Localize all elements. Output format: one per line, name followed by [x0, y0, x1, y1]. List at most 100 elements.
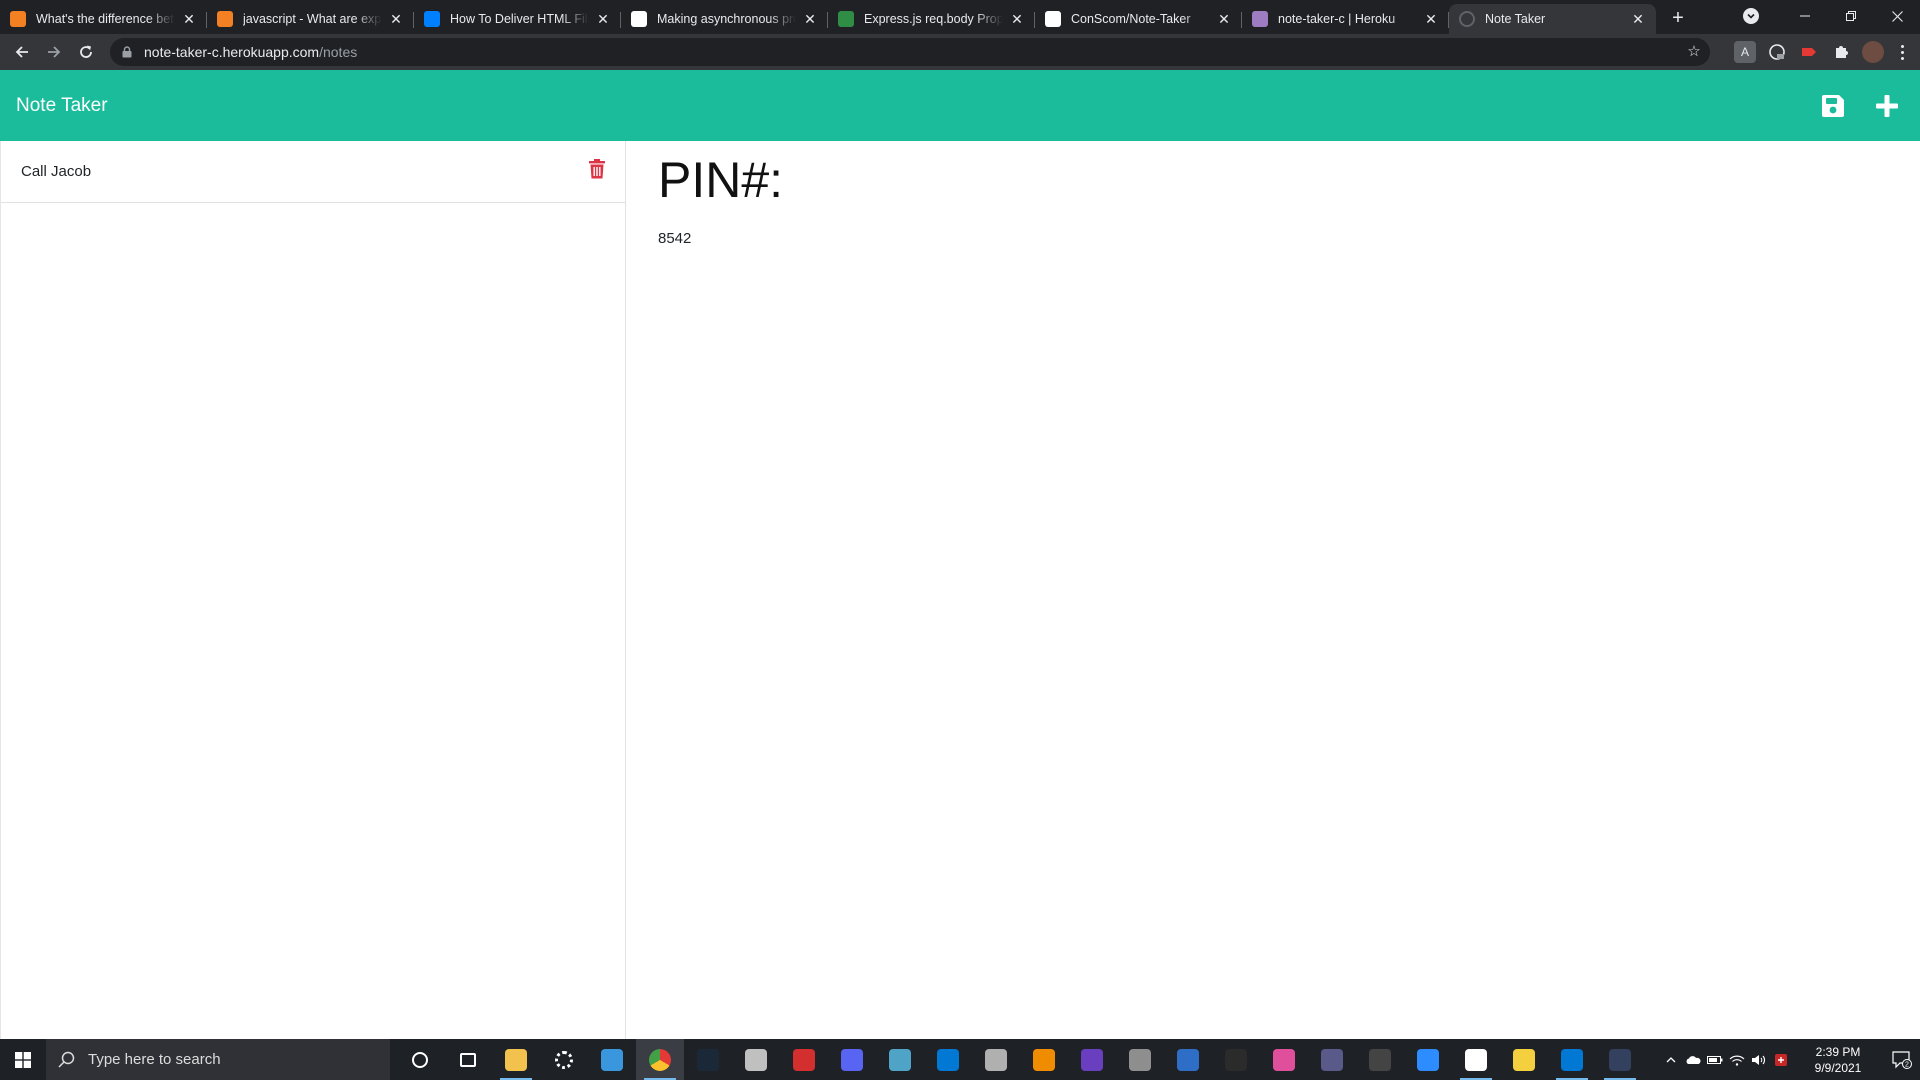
reload-icon	[80, 45, 92, 58]
close-tab-icon[interactable]: ✕	[181, 11, 197, 27]
obs-icon	[1225, 1048, 1247, 1071]
browser-tab[interactable]: Making asynchronous prog ✕	[621, 4, 828, 34]
trash-icon[interactable]	[589, 159, 607, 181]
taskbar-app[interactable]	[540, 1039, 588, 1080]
tab-search-button[interactable]	[1738, 3, 1764, 29]
action-center-button[interactable]: 2	[1884, 1039, 1920, 1080]
minimize-button[interactable]	[1782, 0, 1828, 32]
address-bar[interactable]: note-taker-c.herokuapp.com/notes ☆	[110, 38, 1710, 66]
note-title-input[interactable]: PIN#:	[658, 153, 1920, 208]
security-icon[interactable]	[1770, 1039, 1792, 1080]
new-note-button[interactable]	[1874, 93, 1900, 119]
taskbar-app[interactable]	[876, 1039, 924, 1080]
reload-button[interactable]	[70, 36, 102, 68]
taskbar-app[interactable]	[1404, 1039, 1452, 1080]
taskbar-app[interactable]	[1020, 1039, 1068, 1080]
stackoverflow-icon	[217, 11, 233, 27]
taskbar-app[interactable]	[1116, 1039, 1164, 1080]
volume-icon[interactable]	[1748, 1039, 1770, 1080]
taskbar-app[interactable]	[780, 1039, 828, 1080]
browser-tab-strip: What's the difference betw ✕ javascript - …	[0, 0, 1920, 34]
taskbar-app[interactable]	[1596, 1039, 1644, 1080]
taskbar-search[interactable]: Type here to search	[46, 1039, 390, 1080]
close-window-button[interactable]	[1874, 0, 1920, 32]
task-view-icon	[460, 1052, 476, 1067]
close-tab-icon[interactable]: ✕	[388, 11, 404, 27]
taskbar-app[interactable]	[1164, 1039, 1212, 1080]
taskbar-app[interactable]	[924, 1039, 972, 1080]
terminal-icon	[1609, 1048, 1631, 1071]
taskbar-app[interactable]	[1452, 1039, 1500, 1080]
window-controls	[1738, 0, 1920, 32]
extension-icon[interactable]	[1766, 41, 1788, 63]
save-note-button[interactable]	[1820, 93, 1846, 119]
close-tab-icon[interactable]: ✕	[1630, 11, 1646, 27]
arrow-left-icon	[15, 46, 28, 58]
browser-tab[interactable]: How To Deliver HTML Files ✕	[414, 4, 621, 34]
chevron-up-icon[interactable]	[1660, 1039, 1682, 1080]
tab-list: What's the difference betw ✕ javascript - …	[0, 0, 1656, 34]
taskbar-app[interactable]	[1260, 1039, 1308, 1080]
forward-button[interactable]	[38, 36, 70, 68]
taskbar-app[interactable]	[1500, 1039, 1548, 1080]
geeksforgeeks-icon	[838, 11, 854, 27]
close-tab-icon[interactable]: ✕	[1423, 11, 1439, 27]
extension-icon[interactable]: A	[1734, 41, 1756, 63]
close-tab-icon[interactable]: ✕	[802, 11, 818, 27]
browser-tab[interactable]: Express.js req.body Proper ✕	[828, 4, 1035, 34]
battery-icon[interactable]	[1704, 1039, 1726, 1080]
chrome-icon	[649, 1048, 671, 1071]
new-tab-button[interactable]: +	[1664, 4, 1692, 32]
taskbar-app[interactable]	[1308, 1039, 1356, 1080]
notification-count: 2	[1905, 1061, 1909, 1068]
taskbar-app[interactable]	[732, 1039, 780, 1080]
close-tab-icon[interactable]: ✕	[595, 11, 611, 27]
restore-icon	[1846, 11, 1856, 21]
notification-icon: 2	[1892, 1050, 1912, 1069]
taskbar-app[interactable]	[828, 1039, 876, 1080]
taskbar-app[interactable]	[1068, 1039, 1116, 1080]
taskbar-app[interactable]	[1548, 1039, 1596, 1080]
tab-title: Making asynchronous prog	[657, 12, 796, 26]
list-item[interactable]: Call Jacob	[1, 141, 625, 203]
taskbar-app[interactable]	[636, 1039, 684, 1080]
chevron-down-icon	[1743, 8, 1759, 24]
close-tab-icon[interactable]: ✕	[1216, 11, 1232, 27]
puzzle-icon[interactable]	[1830, 41, 1852, 63]
extension-icon[interactable]	[1798, 41, 1820, 63]
settings-icon	[555, 1050, 573, 1069]
tab-title: Express.js req.body Proper	[864, 12, 1003, 26]
taskbar-app[interactable]	[444, 1039, 492, 1080]
wifi-icon[interactable]	[1726, 1039, 1748, 1080]
start-button[interactable]	[0, 1039, 46, 1080]
onedrive-icon[interactable]	[1682, 1039, 1704, 1080]
taskbar-app[interactable]	[492, 1039, 540, 1080]
browser-tab[interactable]: ConScom/Note-Taker ✕	[1035, 4, 1242, 34]
restore-button[interactable]	[1828, 0, 1874, 32]
browser-tab[interactable]: What's the difference betw ✕	[0, 4, 207, 34]
taskbar-app[interactable]	[684, 1039, 732, 1080]
browser-tab[interactable]: javascript - What are expre ✕	[207, 4, 414, 34]
browser-tab[interactable]: note-taker-c | Heroku ✕	[1242, 4, 1449, 34]
taskbar-app[interactable]	[972, 1039, 1020, 1080]
browser-tab[interactable]: Note Taker ✕	[1449, 4, 1656, 34]
bookmark-star-icon[interactable]: ☆	[1686, 44, 1702, 60]
windows-icon	[15, 1051, 31, 1068]
note-title: Call Jacob	[21, 163, 92, 180]
back-button[interactable]	[6, 36, 38, 68]
taskbar-app[interactable]	[396, 1039, 444, 1080]
tab-title: ConScom/Note-Taker	[1071, 12, 1191, 26]
plus-icon	[1876, 94, 1898, 117]
more-options-icon[interactable]	[1894, 41, 1910, 63]
note-textarea[interactable]: 8542	[658, 230, 1920, 247]
taskbar-app[interactable]	[1356, 1039, 1404, 1080]
taskbar-app[interactable]	[1212, 1039, 1260, 1080]
taskbar-app[interactable]	[588, 1039, 636, 1080]
app-brand[interactable]: Note Taker	[16, 95, 108, 117]
close-tab-icon[interactable]: ✕	[1009, 11, 1025, 27]
steam-icon	[697, 1048, 719, 1071]
avatar[interactable]	[1862, 41, 1884, 63]
digitalocean-icon	[424, 11, 440, 27]
notes-list: Call Jacob	[0, 141, 626, 1039]
system-clock[interactable]: 2:39 PM 9/9/2021	[1800, 1044, 1876, 1076]
